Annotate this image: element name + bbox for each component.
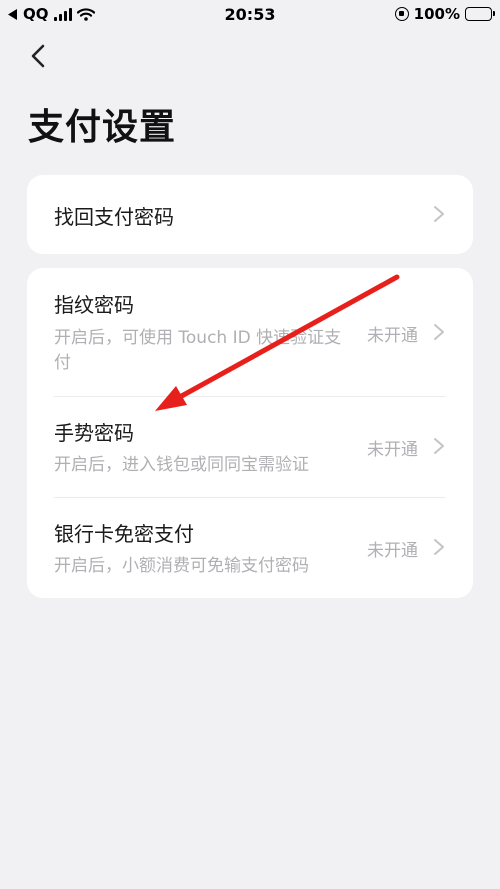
page-title: 支付设置 — [28, 107, 177, 148]
card-free-payment-row[interactable]: 银行卡免密支付 开启后，小额消费可免输支付密码 未开通 — [27, 498, 473, 598]
battery-icon — [465, 7, 495, 21]
rotation-lock-icon — [394, 7, 409, 21]
chevron-right-icon — [434, 539, 444, 555]
fingerprint-title: 指纹密码 — [54, 293, 134, 317]
card-free-payment-title: 银行卡免密支付 — [54, 522, 194, 546]
gesture-description: 开启后，进入钱包或同同宝需验证 — [54, 455, 309, 475]
fingerprint-description: 开启后，可使用 Touch ID 快速验证支付 — [54, 328, 342, 373]
card-free-payment-description: 开启后，小额消费可免输支付密码 — [54, 556, 309, 576]
gesture-title: 手势密码 — [54, 421, 134, 445]
fingerprint-status: 未开通 — [367, 326, 418, 346]
battery-percent: 100% — [413, 5, 460, 23]
status-right: 100% — [394, 5, 495, 23]
back-button[interactable] — [24, 40, 54, 74]
chevron-left-icon — [31, 44, 45, 68]
card-free-payment-status: 未开通 — [367, 541, 418, 561]
chevron-right-icon — [434, 206, 444, 222]
fingerprint-password-row[interactable]: 指纹密码 开启后，可使用 Touch ID 快速验证支付 未开通 — [27, 268, 473, 396]
chevron-right-icon — [434, 324, 444, 340]
gesture-status: 未开通 — [367, 440, 418, 460]
gesture-password-row[interactable]: 手势密码 开启后，进入钱包或同同宝需验证 未开通 — [27, 397, 473, 497]
retrieve-card: 找回支付密码 — [27, 175, 473, 254]
settings-card: 指纹密码 开启后，可使用 Touch ID 快速验证支付 未开通 手势密码 开启… — [27, 268, 473, 598]
retrieve-password-row[interactable]: 找回支付密码 — [27, 175, 473, 254]
chevron-right-icon — [434, 438, 444, 454]
status-bar: QQ 20:53 100% — [0, 0, 500, 28]
retrieve-password-label: 找回支付密码 — [54, 205, 174, 229]
